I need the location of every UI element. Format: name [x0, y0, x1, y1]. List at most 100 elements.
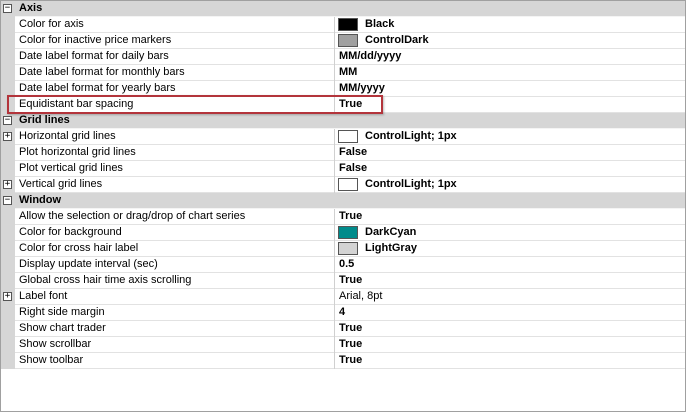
property-row-vertical-grid-lines[interactable]: + Vertical grid lines ControlLight; 1px — [1, 177, 685, 193]
expand-icon[interactable]: + — [3, 132, 12, 141]
property-name: Global cross hair time axis scrolling — [19, 274, 192, 286]
property-name: Date label format for daily bars — [19, 50, 169, 62]
column-divider — [334, 225, 335, 241]
property-value[interactable]: True — [339, 98, 362, 110]
column-divider — [334, 97, 335, 113]
property-name: Color for axis — [19, 18, 84, 30]
column-divider — [334, 49, 335, 65]
row-gutter — [1, 65, 15, 81]
property-value[interactable]: True — [339, 210, 362, 222]
property-row-date-label-format-for-daily-bars[interactable]: Date label format for daily bars MM/dd/yy… — [1, 49, 685, 65]
property-value[interactable]: True — [339, 338, 362, 350]
property-value[interactable]: 0.5 — [339, 258, 354, 270]
property-row-color-for-axis[interactable]: Color for axis Black — [1, 17, 685, 33]
row-gutter — [1, 241, 15, 257]
property-row-date-label-format-for-yearly-bars[interactable]: Date label format for yearly bars MM/yyyy — [1, 81, 685, 97]
property-value[interactable]: LightGray — [365, 242, 417, 254]
property-name: Date label format for yearly bars — [19, 82, 176, 94]
property-value[interactable]: MM/yyyy — [339, 82, 385, 94]
property-row-show-scrollbar[interactable]: Show scrollbar True — [1, 337, 685, 353]
color-swatch — [338, 226, 358, 239]
row-gutter — [1, 81, 15, 97]
column-divider — [334, 17, 335, 33]
column-divider — [334, 177, 335, 193]
property-row-color-for-inactive-price-markers[interactable]: Color for inactive price markers ControlD… — [1, 33, 685, 49]
property-value[interactable]: MM — [339, 66, 357, 78]
property-value[interactable]: True — [339, 354, 362, 366]
property-row-color-for-background[interactable]: Color for background DarkCyan — [1, 225, 685, 241]
category-label: Grid lines — [19, 114, 70, 126]
row-gutter: − — [1, 113, 15, 129]
property-row-show-chart-trader[interactable]: Show chart trader True — [1, 321, 685, 337]
property-row-allow-the-selection-or-drag-drop-of-chart-series[interactable]: Allow the selection or drag/drop of char… — [1, 209, 685, 225]
column-divider — [334, 33, 335, 49]
property-value[interactable]: DarkCyan — [365, 226, 416, 238]
row-gutter — [1, 321, 15, 337]
column-divider — [334, 353, 335, 369]
row-gutter: − — [1, 193, 15, 209]
property-name: Color for inactive price markers — [19, 34, 172, 46]
property-value[interactable]: False — [339, 146, 367, 158]
property-value[interactable]: Black — [365, 18, 394, 30]
property-name: Date label format for monthly bars — [19, 66, 185, 78]
property-value[interactable]: True — [339, 274, 362, 286]
property-row-global-cross-hair-time-axis-scrolling[interactable]: Global cross hair time axis scrolling Tru… — [1, 273, 685, 289]
property-value[interactable]: True — [339, 322, 362, 334]
property-name: Color for background — [19, 226, 122, 238]
property-row-color-for-cross-hair-label[interactable]: Color for cross hair label LightGray — [1, 241, 685, 257]
property-name: Show chart trader — [19, 322, 106, 334]
color-swatch — [338, 34, 358, 47]
property-name: Display update interval (sec) — [19, 258, 158, 270]
property-value[interactable]: 4 — [339, 306, 345, 318]
category-label: Window — [19, 194, 62, 206]
property-value[interactable]: ControlLight; 1px — [365, 178, 457, 190]
property-name: Right side margin — [19, 306, 105, 318]
column-divider — [334, 129, 335, 145]
property-row-right-side-margin[interactable]: Right side margin 4 — [1, 305, 685, 321]
property-row-equidistant-bar-spacing[interactable]: Equidistant bar spacing True — [1, 97, 685, 113]
color-swatch — [338, 130, 358, 143]
property-name: Color for cross hair label — [19, 242, 139, 254]
category-window[interactable]: − Window — [1, 193, 685, 209]
property-row-label-font[interactable]: + Label font Arial, 8pt — [1, 289, 685, 305]
row-gutter: − — [1, 1, 15, 17]
row-gutter — [1, 257, 15, 273]
property-row-date-label-format-for-monthly-bars[interactable]: Date label format for monthly bars MM — [1, 65, 685, 81]
property-name: Plot horizontal grid lines — [19, 146, 136, 158]
category-grid-lines[interactable]: − Grid lines — [1, 113, 685, 129]
row-gutter — [1, 49, 15, 65]
property-value[interactable]: False — [339, 162, 367, 174]
property-value[interactable]: MM/dd/yyyy — [339, 50, 401, 62]
collapse-icon[interactable]: − — [3, 196, 12, 205]
property-row-display-update-interval-sec[interactable]: Display update interval (sec) 0.5 — [1, 257, 685, 273]
expand-icon[interactable]: + — [3, 292, 12, 301]
row-gutter — [1, 273, 15, 289]
column-divider — [334, 161, 335, 177]
row-gutter — [1, 97, 15, 113]
row-gutter — [1, 17, 15, 33]
category-axis[interactable]: − Axis — [1, 1, 685, 17]
property-name: Horizontal grid lines — [19, 130, 116, 142]
property-grid: − Axis Color for axis Black Color for inacti… — [0, 0, 686, 412]
property-value[interactable]: Arial, 8pt — [339, 290, 382, 302]
column-divider — [334, 257, 335, 273]
property-value[interactable]: ControlDark — [365, 34, 429, 46]
collapse-icon[interactable]: − — [3, 116, 12, 125]
property-row-plot-horizontal-grid-lines[interactable]: Plot horizontal grid lines False — [1, 145, 685, 161]
row-gutter — [1, 353, 15, 369]
column-divider — [334, 209, 335, 225]
property-name: Show toolbar — [19, 354, 84, 366]
property-name: Vertical grid lines — [19, 178, 103, 190]
row-gutter — [1, 305, 15, 321]
color-swatch — [338, 242, 358, 255]
category-label: Axis — [19, 2, 43, 14]
collapse-icon[interactable]: − — [3, 4, 12, 13]
property-row-plot-vertical-grid-lines[interactable]: Plot vertical grid lines False — [1, 161, 685, 177]
property-value[interactable]: ControlLight; 1px — [365, 130, 457, 142]
property-row-show-toolbar[interactable]: Show toolbar True — [1, 353, 685, 369]
property-name: Plot vertical grid lines — [19, 162, 123, 174]
row-gutter — [1, 161, 15, 177]
row-gutter: + — [1, 177, 15, 193]
property-row-horizontal-grid-lines[interactable]: + Horizontal grid lines ControlLight; 1px — [1, 129, 685, 145]
expand-icon[interactable]: + — [3, 180, 12, 189]
